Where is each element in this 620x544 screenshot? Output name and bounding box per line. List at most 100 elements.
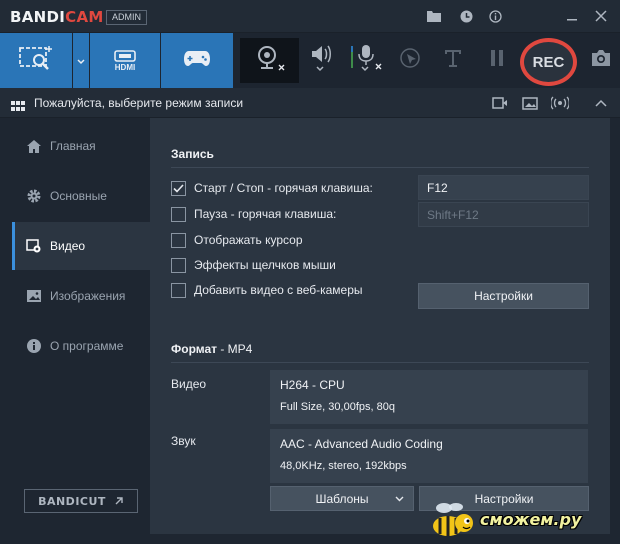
sidebar-item-home[interactable]: Главная xyxy=(12,122,150,170)
pause-hotkey-field[interactable]: Shift+F12 xyxy=(418,202,589,227)
collapse-icon[interactable] xyxy=(592,95,610,111)
admin-badge: ADMIN xyxy=(106,10,147,25)
bandicut-button[interactable]: BANDI CUT xyxy=(24,489,138,513)
audio-codec-name: AAC - Advanced Audio Coding xyxy=(280,437,443,451)
video-settings-icon xyxy=(22,238,46,254)
video-codec-box[interactable]: H264 - CPU Full Size, 30,00fps, 80q xyxy=(270,370,588,424)
mode-prompt-label: Пожалуйста, выберите режим записи xyxy=(34,96,244,110)
image-icon xyxy=(22,289,46,303)
sidebar-item-label: Главная xyxy=(50,139,96,153)
bandicut-text-second: CUT xyxy=(79,494,106,508)
hdmi-label: HDMI xyxy=(114,62,136,72)
webcam-toggle-button[interactable] xyxy=(240,38,299,83)
webcam-settings-button[interactable]: Настройки xyxy=(418,283,589,309)
broadcast-icon[interactable] xyxy=(551,95,569,111)
audio-codec-label: Звук xyxy=(171,434,196,448)
chevron-down-icon xyxy=(395,496,404,502)
audio-codec-details: 48,0KHz, stereo, 192kbps xyxy=(280,460,407,472)
info-icon[interactable] xyxy=(486,7,504,25)
pause-hotkey-checkbox[interactable]: Пауза - горячая клавиша: xyxy=(171,205,336,223)
record-section-title: Запись xyxy=(171,147,214,161)
screenshot-button[interactable] xyxy=(586,44,616,77)
clock-icon[interactable] xyxy=(457,7,475,25)
pause-icon xyxy=(489,48,505,73)
game-mode-button[interactable] xyxy=(161,33,233,88)
format-container: - MP4 xyxy=(217,342,253,356)
title-bar: BANDICAM ADMIN xyxy=(0,0,620,33)
external-link-icon xyxy=(114,496,124,506)
video-list-icon[interactable] xyxy=(491,95,509,111)
sidebar-item-label: Изображения xyxy=(50,289,126,303)
checkbox-label: Эффекты щелчков мыши xyxy=(194,258,336,272)
bee-mascot-icon xyxy=(424,502,480,544)
format-section-title: Формат - MP4 xyxy=(171,342,252,356)
speaker-icon xyxy=(309,43,335,78)
start-stop-hotkey-field[interactable]: F12 xyxy=(418,175,589,200)
format-section-divider xyxy=(171,362,589,363)
screen-rectangle-mode-button[interactable] xyxy=(0,33,72,88)
sidebar-item-images[interactable]: Изображения xyxy=(12,272,150,320)
close-icon[interactable] xyxy=(592,7,610,25)
gear-icon xyxy=(22,188,46,204)
sidebar-item-general[interactable]: Основные xyxy=(12,172,150,220)
record-section-divider xyxy=(171,167,589,168)
mode-dropdown-button[interactable] xyxy=(73,33,89,88)
hdmi-mode-button[interactable]: HDMI xyxy=(90,33,160,88)
cursor-click-icon xyxy=(398,46,422,75)
checkbox-label: Отображать курсор xyxy=(194,233,303,247)
chevron-down-icon xyxy=(77,52,85,70)
mode-selection-bar: Пожалуйста, выберите режим записи xyxy=(0,88,620,118)
webcam-overlay-checkbox[interactable]: Добавить видео с веб-камеры xyxy=(171,281,363,299)
image-list-icon[interactable] xyxy=(521,95,539,111)
checkbox-box xyxy=(171,180,186,196)
bandicut-text-first: BANDI xyxy=(38,494,80,508)
cursor-effects-button[interactable] xyxy=(395,44,425,77)
microphone-icon xyxy=(349,42,385,79)
sidebar-item-about[interactable]: О программе xyxy=(12,322,150,370)
hdmi-icon: HDMI xyxy=(114,49,136,72)
checkbox-box xyxy=(171,282,186,298)
start-stop-hotkey-checkbox[interactable]: Старт / Стоп - горячая клавиша: xyxy=(171,179,373,197)
templates-dropdown-button[interactable]: Шаблоны xyxy=(270,486,414,511)
screen-area-icon xyxy=(18,44,54,77)
text-overlay-button[interactable] xyxy=(438,44,468,77)
sidebar-item-video[interactable]: Видео xyxy=(12,222,150,270)
audio-codec-box[interactable]: AAC - Advanced Audio Coding 48,0KHz, ste… xyxy=(270,429,588,483)
pause-button[interactable] xyxy=(482,44,512,77)
main-toolbar: HDMI REC xyxy=(0,33,620,88)
record-button[interactable]: REC xyxy=(520,38,577,86)
microphone-toggle-button[interactable] xyxy=(349,44,385,77)
templates-label: Шаблоны xyxy=(315,491,369,506)
video-codec-label: Видео xyxy=(171,377,207,391)
format-title: Формат xyxy=(171,342,218,356)
sidebar-item-label: Основные xyxy=(50,189,107,203)
minimize-icon[interactable] xyxy=(563,7,581,25)
speaker-toggle-button[interactable] xyxy=(307,44,337,77)
grid-icon xyxy=(11,98,25,116)
checkbox-label: Старт / Стоп - горячая клавиша: xyxy=(194,181,373,195)
click-effects-checkbox[interactable]: Эффекты щелчков мыши xyxy=(171,256,336,274)
site-watermark: сможем.ру xyxy=(420,502,616,540)
checkbox-box xyxy=(171,257,186,273)
webcam-icon xyxy=(253,44,287,77)
text-icon xyxy=(444,48,462,73)
app-logo: BANDICAM xyxy=(10,8,104,26)
folder-icon[interactable] xyxy=(425,7,443,25)
sidebar-item-label: Видео xyxy=(50,239,86,253)
gamepad-icon xyxy=(183,49,211,72)
checkbox-label: Пауза - горячая клавиша: xyxy=(194,207,337,221)
logo-text-cam: CAM xyxy=(65,8,104,26)
checkbox-box xyxy=(171,206,186,222)
logo-text-bandi: BANDI xyxy=(10,8,66,26)
checkbox-label: Добавить видео с веб-камеры xyxy=(194,283,363,297)
home-icon xyxy=(22,139,46,154)
show-cursor-checkbox[interactable]: Отображать курсор xyxy=(171,231,303,249)
watermark-text: сможем.ру xyxy=(480,510,582,529)
info-icon xyxy=(22,338,46,354)
sidebar-item-label: О программе xyxy=(50,339,124,353)
video-codec-details: Full Size, 30,00fps, 80q xyxy=(280,401,395,413)
record-label: REC xyxy=(532,53,565,71)
camera-icon xyxy=(590,49,612,72)
checkbox-box xyxy=(171,232,186,248)
video-codec-name: H264 - CPU xyxy=(280,378,345,392)
